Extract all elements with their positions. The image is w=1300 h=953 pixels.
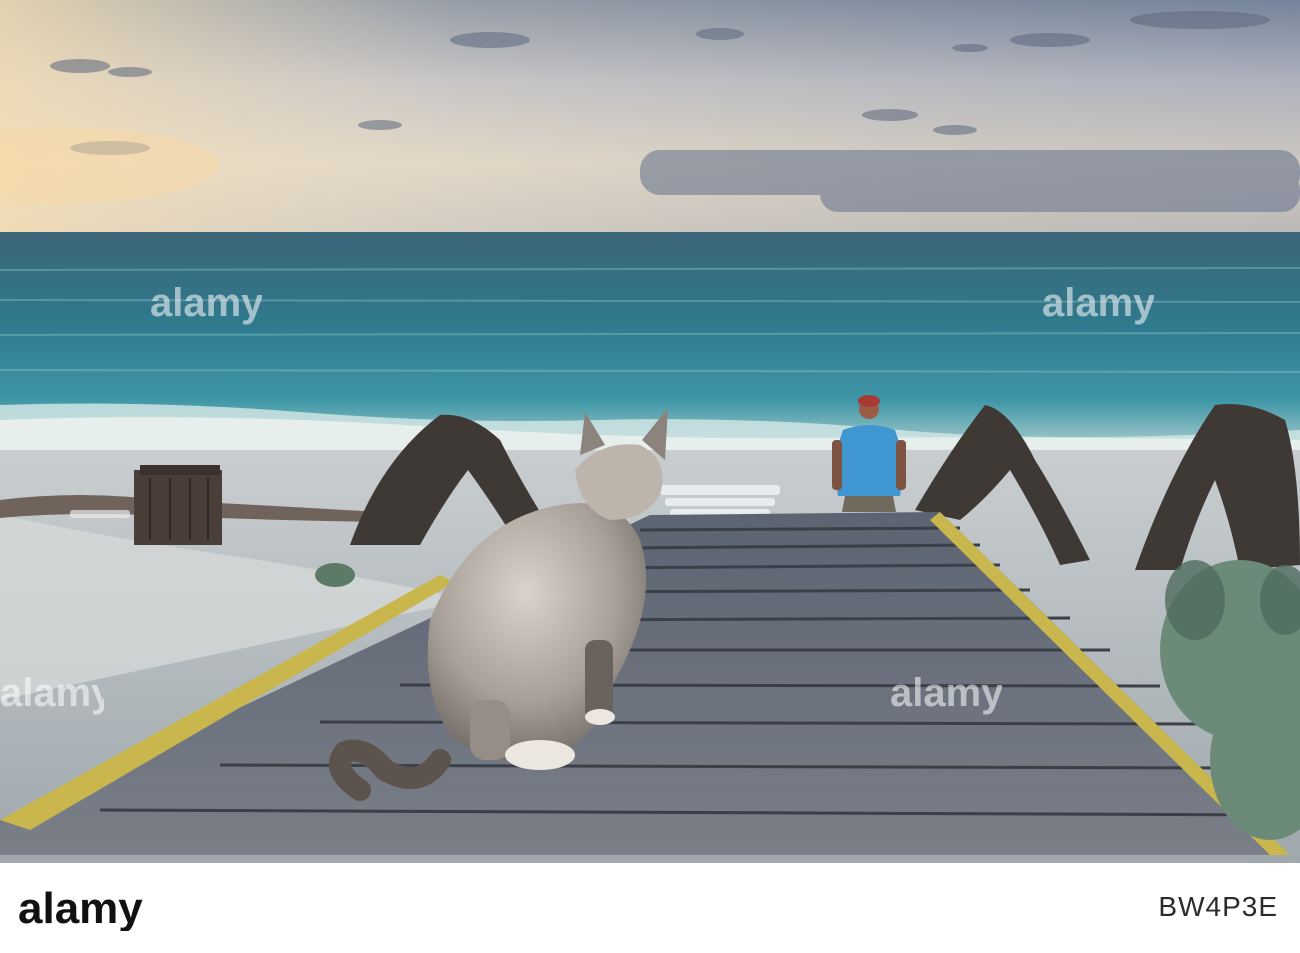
beach-scene-photo [0, 0, 1300, 863]
stock-photo: alamy alamy alamy alamy alamy BW4P3E [0, 0, 1300, 953]
beach-bin [134, 465, 222, 545]
image-id: BW4P3E [1158, 891, 1278, 922]
watermark: alamy [150, 281, 262, 325]
svg-text:alamy: alamy [18, 885, 143, 931]
watermark: alamy [1042, 281, 1154, 325]
svg-text:alamy: alamy [150, 281, 262, 325]
svg-text:alamy: alamy [1042, 281, 1154, 325]
footer-bar: alamy BW4P3E [0, 863, 1300, 953]
alamy-logo: alamy [18, 885, 143, 931]
svg-text:alamy: alamy [890, 671, 1002, 715]
svg-text:alamy: alamy [0, 671, 104, 715]
watermark: alamy [0, 671, 104, 715]
watermark: alamy [890, 671, 1002, 715]
